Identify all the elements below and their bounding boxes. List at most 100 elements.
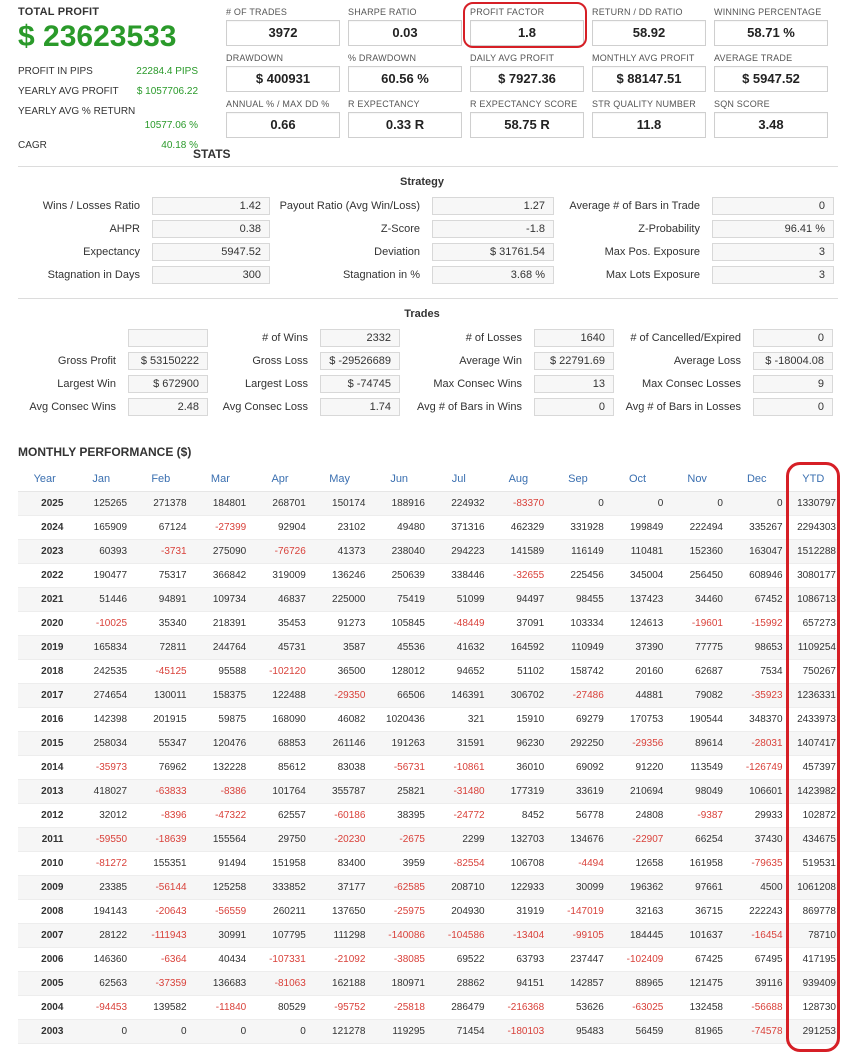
month-cell: -35923 xyxy=(726,683,787,708)
month-cell: 141589 xyxy=(488,539,549,564)
month-cell: 67452 xyxy=(726,587,787,612)
month-cell: -27486 xyxy=(548,683,608,708)
month-cell: 35340 xyxy=(131,611,191,636)
month-cell: -59550 xyxy=(71,827,132,852)
month-cell: 155564 xyxy=(190,827,251,852)
month-cell: 24808 xyxy=(607,803,668,828)
month-cell: 258034 xyxy=(71,731,132,756)
month-cell: -6364 xyxy=(131,947,191,972)
month-cell: 125265 xyxy=(71,491,132,516)
month-cell: 116149 xyxy=(548,539,608,564)
metric-label: R EXPECTANCY xyxy=(348,99,420,109)
month-cell: 124613 xyxy=(607,611,668,636)
month-cell: -9387 xyxy=(667,803,727,828)
month-cell: -63025 xyxy=(607,995,668,1020)
month-cell: -4494 xyxy=(548,851,608,876)
trade-label: # of Wins xyxy=(262,332,308,344)
month-cell: 67124 xyxy=(131,515,191,540)
metric-card: RETURN / DD RATIO 58.92 xyxy=(592,6,706,46)
stat-value: 300 xyxy=(152,266,270,284)
month-cell: -74578 xyxy=(726,1019,787,1044)
month-cell: -15992 xyxy=(726,611,787,636)
ytd-cell: 519531 xyxy=(786,851,840,876)
month-cell: -81063 xyxy=(250,971,310,996)
month-cell: -28031 xyxy=(726,731,787,756)
month-cell: -8396 xyxy=(131,803,191,828)
month-cell: 371316 xyxy=(428,515,489,540)
month-cell: 306702 xyxy=(488,683,549,708)
month-cell: -18639 xyxy=(131,827,191,852)
summary-row-label: YEARLY AVG % RETURN xyxy=(18,106,136,117)
month-cell: 225000 xyxy=(309,587,370,612)
stat-value: 5947.52 xyxy=(152,243,270,261)
month-cell: 196362 xyxy=(607,875,668,900)
metric-value: 3972 xyxy=(226,20,340,46)
month-cell: 168090 xyxy=(250,707,310,732)
month-cell: 53626 xyxy=(548,995,608,1020)
trade-label: Avg # of Bars in Losses xyxy=(625,401,741,413)
metric-value: 58.75 R xyxy=(470,112,584,138)
year-cell: 2025 xyxy=(18,491,72,516)
month-cell: 0 xyxy=(71,1019,132,1044)
ytd-cell: 78710 xyxy=(786,923,840,948)
metric-card: WINNING PERCENTAGE 58.71 % xyxy=(714,6,828,46)
month-cell: -22907 xyxy=(607,827,668,852)
month-cell: 120476 xyxy=(190,731,251,756)
column-header: Dec xyxy=(726,467,787,492)
month-cell: 20160 xyxy=(607,659,668,684)
month-cell: 94151 xyxy=(488,971,549,996)
month-cell: 37430 xyxy=(726,827,787,852)
month-cell: -19601 xyxy=(667,611,727,636)
month-cell: -83370 xyxy=(488,491,549,516)
table-row: 2014 -35973 76962 132228 85612 83038 -56731 -10… xyxy=(18,755,840,780)
metric-card: DAILY AVG PROFIT $ 7927.36 xyxy=(470,52,584,92)
month-cell: 110481 xyxy=(607,539,668,564)
table-row: 2006 146360 -6364 40434 -107331 -21092 -38085 6… xyxy=(18,947,840,972)
month-cell: -63833 xyxy=(131,779,191,804)
metric-value: 60.56 % xyxy=(348,66,462,92)
metric-label: WINNING PERCENTAGE xyxy=(714,7,822,17)
ytd-cell: 1330797 xyxy=(786,491,840,516)
month-cell: -45125 xyxy=(131,659,191,684)
metric-card: R EXPECTANCY 0.33 R xyxy=(348,98,462,138)
month-cell: 274654 xyxy=(71,683,132,708)
month-cell: -35973 xyxy=(71,755,132,780)
month-cell: 28122 xyxy=(71,923,132,948)
month-cell: 161958 xyxy=(667,851,727,876)
month-cell: -10025 xyxy=(71,611,132,636)
month-cell: 36010 xyxy=(488,755,549,780)
trade-value: $ 22791.69 xyxy=(534,352,614,370)
metric-card: AVERAGE TRADE $ 5947.52 xyxy=(714,52,828,92)
metric-label: AVERAGE TRADE xyxy=(714,53,793,63)
month-cell: 103334 xyxy=(548,611,608,636)
month-cell: -37359 xyxy=(131,971,191,996)
month-cell: 150174 xyxy=(309,491,370,516)
month-cell: 3587 xyxy=(309,635,370,660)
trade-label: Average Win xyxy=(459,355,522,367)
profit-factor-highlight xyxy=(463,2,587,48)
month-cell: 98455 xyxy=(548,587,608,612)
month-cell: 39116 xyxy=(726,971,787,996)
trade-value: 0 xyxy=(753,329,833,347)
year-cell: 2013 xyxy=(18,779,72,804)
ytd-cell: 939409 xyxy=(786,971,840,996)
month-cell: -20230 xyxy=(309,827,370,852)
summary-row-label: PROFIT IN PIPS xyxy=(18,66,93,77)
stat-label: Z-Probability xyxy=(638,223,700,235)
metric-card: % DRAWDOWN 60.56 % xyxy=(348,52,462,92)
trade-value: $ 672900 xyxy=(128,375,208,393)
table-row: 2018 242535 -45125 95588 -102120 36500 128012 9… xyxy=(18,659,840,684)
month-cell: 62687 xyxy=(667,659,727,684)
month-cell: 106601 xyxy=(726,779,787,804)
month-cell: 46837 xyxy=(250,587,310,612)
month-cell: 0 xyxy=(250,1019,310,1044)
month-cell: 23385 xyxy=(71,875,132,900)
trade-value: $ -74745 xyxy=(320,375,400,393)
month-cell: 180971 xyxy=(369,971,429,996)
month-cell: -24772 xyxy=(428,803,489,828)
stat-value: 0 xyxy=(712,197,834,215)
month-cell: 238040 xyxy=(369,539,429,564)
table-row: 2024 165909 67124 -27399 92904 23102 49480 3713… xyxy=(18,515,840,540)
month-cell: 46082 xyxy=(309,707,370,732)
trade-label: Max Consec Losses xyxy=(641,378,741,390)
